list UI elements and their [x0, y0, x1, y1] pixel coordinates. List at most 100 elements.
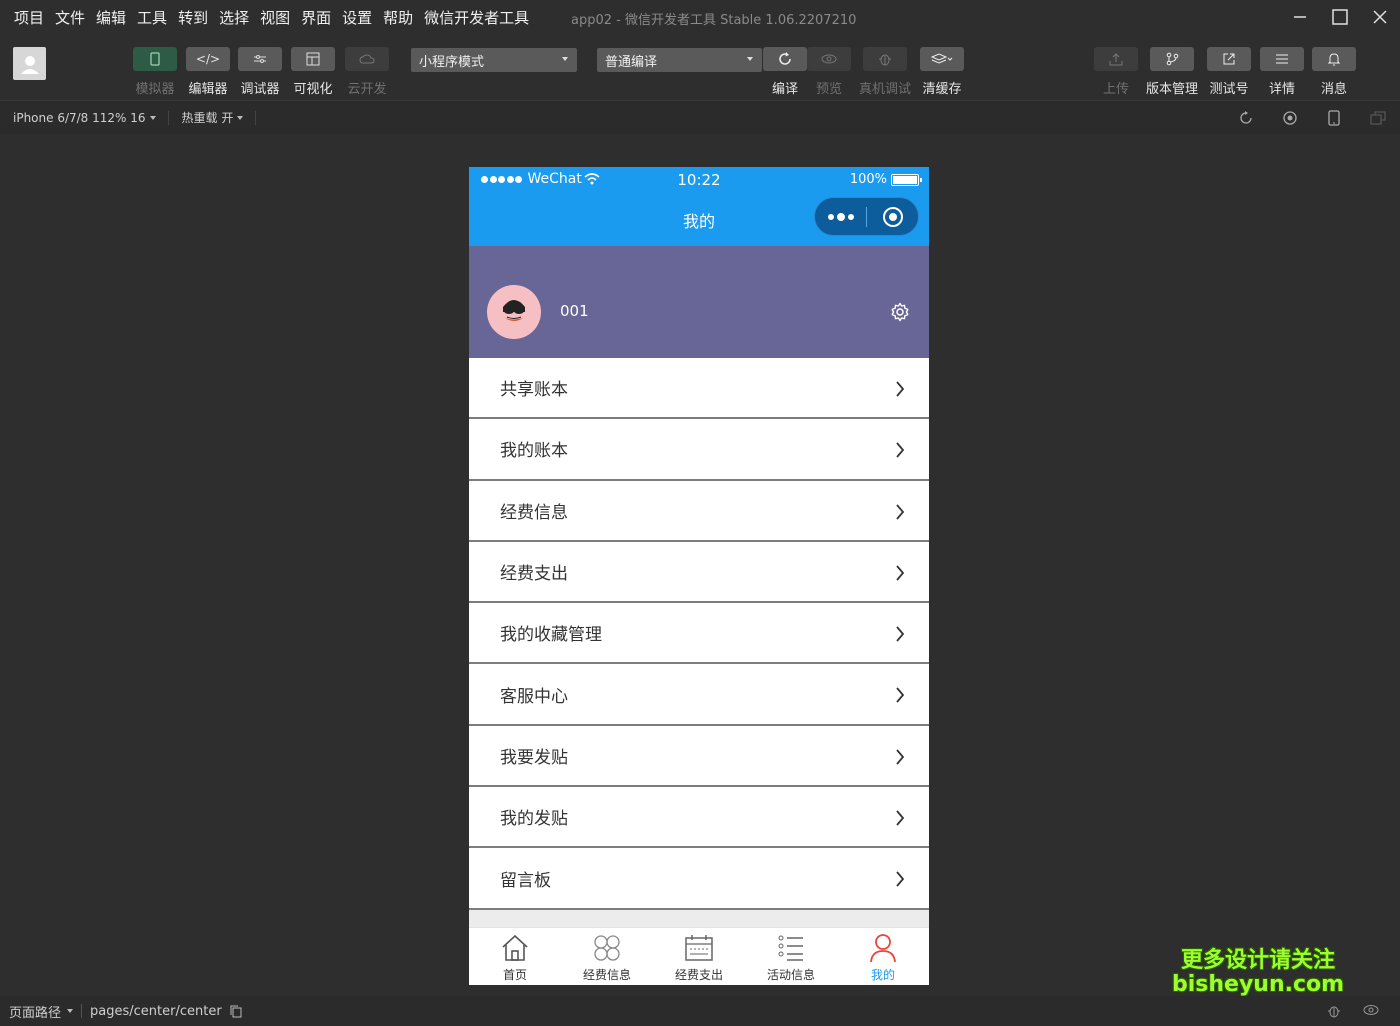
more-button[interactable]	[815, 212, 866, 221]
chevron-right-icon	[896, 810, 905, 826]
cloud-icon	[345, 47, 389, 71]
code-icon: </>	[186, 47, 230, 71]
copy-button[interactable]	[230, 1005, 242, 1018]
toolbar: 模拟器 </> 编辑器 调试器 可视化 云开发 小程序模式 普通编译 编译 预览…	[0, 34, 1400, 100]
tab-activity-info[interactable]: 活动信息	[745, 928, 837, 985]
test-account-button[interactable]: 测试号	[1203, 47, 1255, 97]
menu-select[interactable]: 选择	[219, 7, 249, 28]
chevron-down-icon	[237, 115, 244, 120]
compile-select[interactable]: 普通编译	[597, 48, 762, 72]
minimize-icon	[1294, 16, 1306, 18]
menu-item-new-post[interactable]: 我要发贴	[469, 725, 929, 788]
chevron-right-icon	[896, 565, 905, 581]
menu-edit[interactable]: 编辑	[96, 7, 126, 28]
menu-tools[interactable]: 工具	[137, 7, 167, 28]
tab-home[interactable]: 首页	[469, 928, 561, 985]
tab-label: 我的	[870, 968, 895, 982]
version-label: 版本管理	[1146, 82, 1199, 97]
hot-reload-label: 热重载 开	[181, 111, 234, 125]
watermark: 更多设计请关注 bisheyun.com	[1172, 948, 1345, 998]
detach-button[interactable]	[1356, 110, 1400, 126]
clear-cache-button[interactable]: 清缓存	[916, 47, 968, 97]
menu-item-my-posts[interactable]: 我的发贴	[469, 787, 929, 849]
phone-status-bar: WeChat 10:22 100%	[469, 167, 929, 192]
record-button[interactable]	[1268, 110, 1312, 126]
close-button[interactable]	[1360, 0, 1400, 34]
page-path-label: 页面路径	[9, 1005, 62, 1021]
menu-view[interactable]: 视图	[260, 7, 290, 28]
user-avatar[interactable]	[13, 47, 46, 80]
hot-reload-select[interactable]: 热重载 开	[182, 109, 257, 126]
menu-item-label: 经费信息	[500, 502, 568, 523]
tab-funding-info[interactable]: 经费信息	[561, 928, 653, 985]
battery-icon	[891, 173, 922, 186]
menu-file[interactable]: 文件	[55, 7, 85, 28]
editor-toggle[interactable]: </> 编辑器	[182, 47, 234, 97]
upload-button[interactable]: 上传	[1090, 47, 1142, 97]
tab-label: 经费支出	[674, 968, 723, 982]
avatar[interactable]	[487, 285, 541, 339]
more-dots-icon	[826, 212, 855, 221]
settings-button[interactable]	[890, 302, 910, 326]
profile-name: 001	[560, 302, 589, 320]
debug-button[interactable]	[1326, 1003, 1342, 1023]
mode-select[interactable]: 小程序模式	[411, 48, 577, 72]
debugger-toggle[interactable]: 调试器	[234, 47, 286, 97]
menu-item-customer-service[interactable]: 客服中心	[469, 664, 929, 726]
home-icon	[502, 934, 528, 961]
menu-help[interactable]: 帮助	[383, 7, 413, 28]
device-label: iPhone 6/7/8 112% 16	[13, 110, 146, 125]
menu-item-shared-ledger[interactable]: 共享账本	[469, 358, 929, 420]
watermark-line1: 更多设计请关注	[1181, 948, 1336, 973]
tab-label: 首页	[502, 968, 527, 982]
compile-select-value: 普通编译	[605, 54, 658, 70]
menu-interface[interactable]: 界面	[301, 7, 331, 28]
menu-item-funding-info[interactable]: 经费信息	[469, 480, 929, 542]
tab-funding-expense[interactable]: 经费支出	[653, 928, 745, 985]
close-miniprogram-button[interactable]	[867, 206, 918, 227]
tab-me[interactable]: 我的	[837, 928, 929, 985]
divider	[255, 110, 257, 125]
preview-toggle[interactable]	[1362, 1003, 1380, 1023]
simulator-actions	[1224, 101, 1400, 135]
version-button[interactable]: 版本管理	[1146, 47, 1198, 97]
cloud-toggle[interactable]: 云开发	[341, 47, 393, 97]
device-frame-button[interactable]	[1312, 110, 1356, 126]
menu-item-label: 客服中心	[500, 686, 568, 707]
menu-devtools[interactable]: 微信开发者工具	[424, 7, 529, 28]
record-icon	[1283, 111, 1297, 125]
close-icon	[1373, 10, 1387, 24]
debugger-label: 调试器	[240, 82, 280, 97]
menu-lines-icon	[1260, 47, 1304, 71]
menu-item-my-ledger[interactable]: 我的账本	[469, 419, 929, 481]
simulator-subbar: iPhone 6/7/8 112% 16 热重载 开	[0, 100, 1400, 134]
chevron-right-icon	[896, 442, 905, 458]
eye-icon	[807, 47, 851, 71]
watermark-line2: bisheyun.com	[1172, 972, 1345, 998]
window-title: app02 - 微信开发者工具 Stable 1.06.2207210	[571, 13, 857, 28]
clear-cache-label: 清缓存	[922, 82, 962, 97]
menu-goto[interactable]: 转到	[178, 7, 208, 28]
visual-toggle[interactable]: 可视化	[287, 47, 339, 97]
menu-item-message-board[interactable]: 留言板	[469, 848, 929, 910]
chevron-down-icon	[149, 115, 156, 120]
messages-button[interactable]: 消息	[1308, 47, 1360, 97]
preview-button[interactable]: 预览	[803, 47, 855, 97]
window-icon	[1370, 111, 1386, 125]
menu-settings[interactable]: 设置	[342, 7, 372, 28]
rotate-button[interactable]	[1224, 110, 1268, 126]
menu-item-label: 留言板	[500, 870, 551, 891]
device-select[interactable]: iPhone 6/7/8 112% 16	[13, 110, 169, 125]
menu-item-favorites[interactable]: 我的收藏管理	[469, 603, 929, 665]
chevron-down-icon	[562, 57, 568, 61]
minimize-button[interactable]	[1280, 0, 1320, 34]
bug-icon	[863, 47, 907, 71]
maximize-button[interactable]	[1320, 0, 1360, 34]
gear-icon	[891, 302, 909, 322]
menu-item-funding-expense[interactable]: 经费支出	[469, 541, 929, 604]
remote-debug-button[interactable]: 真机调试	[859, 47, 911, 97]
simulator-toggle[interactable]: 模拟器	[129, 47, 181, 97]
menu-project[interactable]: 项目	[14, 7, 44, 28]
details-button[interactable]: 详情	[1256, 47, 1308, 97]
page-path-select[interactable]: 页面路径	[9, 1002, 74, 1021]
